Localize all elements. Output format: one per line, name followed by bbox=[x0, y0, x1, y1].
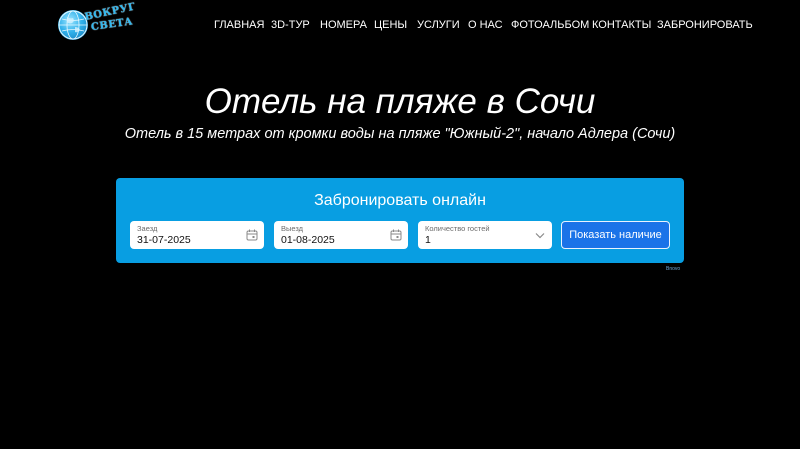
guests-value: 1 bbox=[425, 234, 431, 246]
guests-label: Количество гостей bbox=[425, 224, 490, 233]
chevron-down-icon[interactable] bbox=[534, 229, 546, 241]
calendar-icon[interactable] bbox=[246, 229, 258, 241]
checkin-value: 31-07-2025 bbox=[137, 234, 191, 246]
checkout-field[interactable]: Выезд 01-08-2025 bbox=[274, 221, 408, 249]
nav-item-about[interactable]: О НАС bbox=[468, 17, 503, 33]
guests-select[interactable]: Количество гостей 1 bbox=[418, 221, 552, 249]
checkout-label: Выезд bbox=[281, 224, 304, 233]
page-subtitle: Отель в 15 метрах от кромки воды на пляж… bbox=[124, 126, 676, 142]
nav-item-photo-album[interactable]: ФОТОАЛЬБОМ bbox=[511, 17, 589, 33]
checkin-label: Заезд bbox=[137, 224, 158, 233]
nav-item-services[interactable]: УСЛУГИ bbox=[417, 17, 460, 33]
page: ВОКРУГ СВЕТА ГЛАВНАЯ 3D-ТУР НОМЕРА ЦЕНЫ … bbox=[0, 0, 800, 449]
nav-item-3d-tour[interactable]: 3D-ТУР bbox=[271, 17, 310, 33]
nav-item-prices[interactable]: ЦЕНЫ bbox=[374, 17, 407, 33]
calendar-icon[interactable] bbox=[390, 229, 402, 241]
nav-item-book[interactable]: ЗАБРОНИРОВАТЬ bbox=[657, 17, 753, 33]
page-title: Отель на пляже в Сочи bbox=[204, 82, 596, 121]
show-availability-button[interactable]: Показать наличие bbox=[561, 221, 670, 249]
nav-item-rooms[interactable]: НОМЕРА bbox=[320, 17, 367, 33]
checkout-value: 01-08-2025 bbox=[281, 234, 335, 246]
booking-title: Забронировать онлайн bbox=[314, 192, 486, 209]
booking-widget: Забронировать онлайн Заезд 31-07-2025 Вы… bbox=[116, 178, 684, 263]
checkin-field[interactable]: Заезд 31-07-2025 bbox=[130, 221, 264, 249]
booking-credit-link[interactable]: Bnovo bbox=[666, 266, 680, 272]
nav-item-contacts[interactable]: КОНТАКТЫ bbox=[592, 17, 651, 33]
nav-item-home[interactable]: ГЛАВНАЯ bbox=[214, 17, 264, 33]
main-nav: ГЛАВНАЯ 3D-ТУР НОМЕРА ЦЕНЫ УСЛУГИ О НАС … bbox=[0, 17, 800, 33]
